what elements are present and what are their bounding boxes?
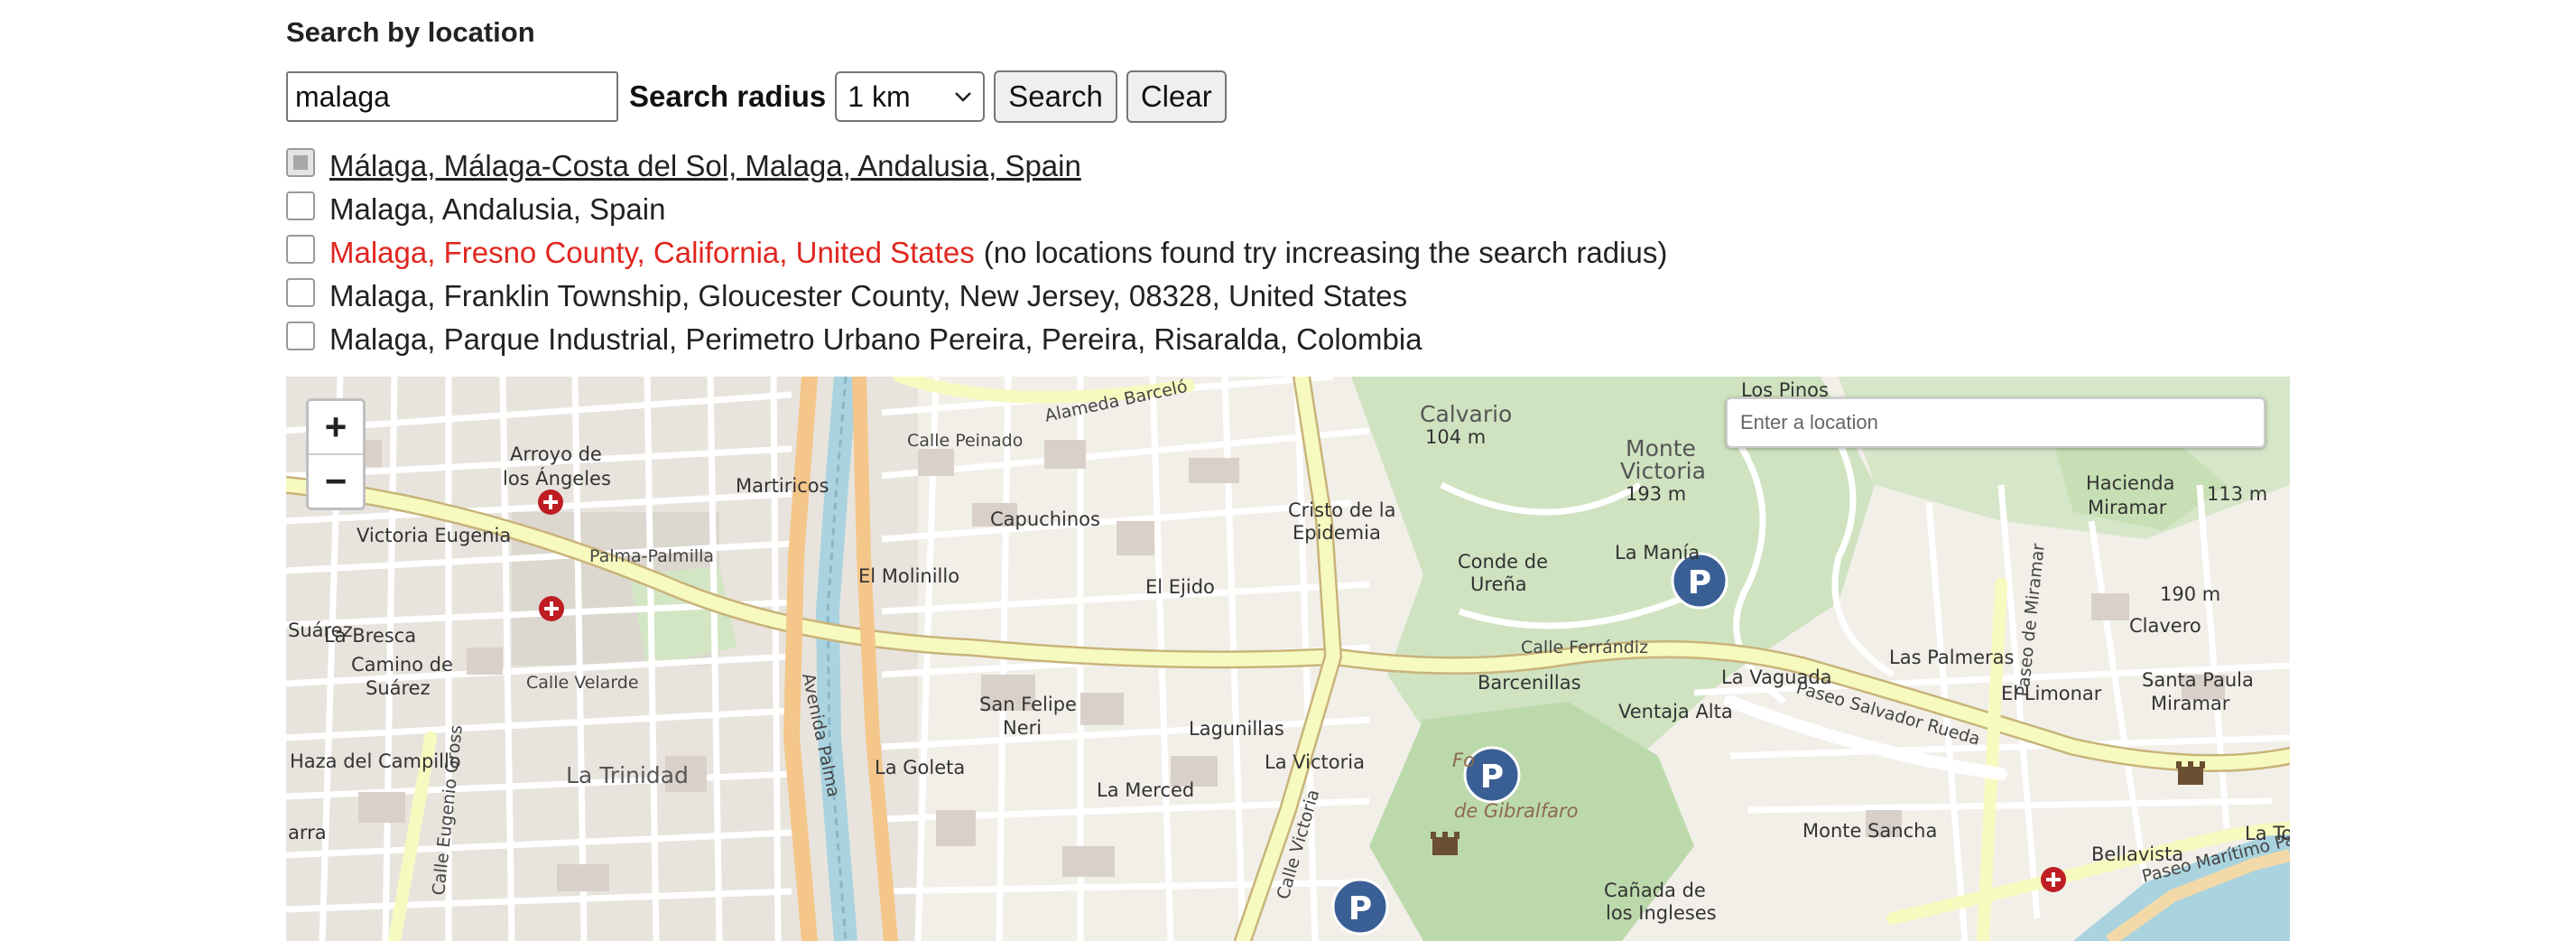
map-label: los Ángeles — [503, 467, 611, 489]
map-tiles: P P P Arroyo de los Ángeles Martiricos V… — [286, 377, 2290, 941]
map-label: Suárez — [366, 677, 431, 699]
result-label-link[interactable]: Málaga, Málaga-Costa del Sol, Malaga, An… — [329, 149, 1081, 183]
map-label: La Victoria — [1265, 751, 1365, 773]
map-label: Santa Paula — [2142, 669, 2254, 691]
map-label: La Trinidad — [566, 762, 689, 788]
result-checkbox[interactable] — [286, 148, 315, 177]
zoom-out-button[interactable]: − — [309, 453, 363, 508]
result-item: Malaga, Fresno County, California, Unite… — [286, 231, 1667, 275]
map-label: Monte Sancha — [1802, 820, 1937, 842]
map-label: Lagunillas — [1189, 718, 1284, 740]
map-label: Barcenillas — [1478, 672, 1581, 694]
map-label: La Manía — [1615, 542, 1700, 564]
chevron-down-icon — [954, 85, 972, 108]
map-label: Conde de — [1458, 551, 1548, 573]
map-label: Victoria Eugenia — [357, 525, 511, 546]
map-label: arra — [288, 822, 327, 843]
result-item: Malaga, Franklin Township, Gloucester Co… — [286, 275, 1667, 318]
map-label: Haza del Campillo — [290, 750, 461, 772]
result-label: Malaga, Andalusia, Spain — [329, 192, 666, 226]
map-label: Palma-Palmilla — [589, 546, 714, 566]
map-label: Epidemia — [1293, 522, 1381, 544]
map-label: 190 m — [2160, 583, 2220, 605]
map-label: Miramar — [2151, 693, 2230, 714]
map-label: El Molinillo — [858, 565, 959, 587]
map-label: La Goleta — [875, 757, 965, 778]
clear-button[interactable]: Clear — [1126, 70, 1227, 123]
svg-text:P: P — [1480, 759, 1504, 796]
result-checkbox[interactable] — [286, 321, 315, 350]
search-button[interactable]: Search — [994, 70, 1117, 123]
map-label: Capuchinos — [990, 508, 1100, 530]
map-label: 104 m — [1425, 426, 1486, 448]
map-label: Calvario — [1420, 401, 1512, 427]
map-label: Ureña — [1470, 573, 1527, 595]
zoom-control: + − — [306, 398, 366, 510]
map-label: Suárez — [288, 620, 353, 641]
map-label: Calle Velarde — [526, 673, 639, 693]
map-label: Calle Ferrándiz — [1521, 638, 1648, 657]
result-checkbox[interactable] — [286, 191, 315, 220]
map-label: San Felipe — [979, 694, 1077, 715]
search-radius-select[interactable]: 1 km — [835, 71, 986, 122]
search-bar: Search radius 1 km Search Clear — [286, 70, 1227, 124]
map-location-search-input[interactable]: Enter a location — [1726, 397, 2266, 448]
result-note: (no locations found try increasing the s… — [983, 236, 1668, 269]
result-label: Malaga, Franklin Township, Gloucester Co… — [329, 279, 1408, 312]
map-label: Fo — [1452, 750, 1475, 771]
map-label: los Ingleses — [1606, 902, 1717, 924]
map-label: Las Palmeras — [1889, 647, 2014, 668]
result-item: Malaga, Andalusia, Spain — [286, 188, 1667, 231]
map-label: Cristo de la — [1288, 499, 1395, 521]
map-label: Calle Peinado — [907, 431, 1023, 451]
map-label: Cañada de — [1604, 880, 1706, 901]
location-results-list: Málaga, Málaga-Costa del Sol, Malaga, An… — [286, 144, 1667, 361]
page-heading: Search by location — [286, 16, 535, 48]
result-label: Malaga, Parque Industrial, Perimetro Urb… — [329, 322, 1422, 356]
map-label: Victoria — [1620, 458, 1706, 484]
map-label: Neri — [1003, 717, 1042, 739]
map-label: Martiricos — [736, 475, 829, 497]
result-item: Málaga, Málaga-Costa del Sol, Malaga, An… — [286, 144, 1667, 188]
map-label: Clavero — [2129, 615, 2201, 637]
search-radius-label: Search radius — [629, 79, 827, 113]
map-label: Miramar — [2088, 497, 2167, 518]
result-label-error: Malaga, Fresno County, California, Unite… — [329, 236, 975, 269]
map-label: La Merced — [1097, 779, 1194, 801]
map-label: 113 m — [2207, 483, 2267, 505]
result-checkbox[interactable] — [286, 278, 315, 307]
map-label: 193 m — [1626, 483, 1686, 505]
search-radius-value: 1 km — [848, 79, 911, 113]
map-label: de Gibralfaro — [1454, 800, 1578, 822]
svg-text:P: P — [1688, 564, 1711, 601]
svg-text:P: P — [1348, 890, 1372, 927]
location-search-input[interactable] — [286, 71, 618, 122]
map-label: Camino de — [351, 654, 453, 675]
map-label: Hacienda — [2086, 472, 2174, 494]
map-label: Arroyo de — [510, 443, 602, 465]
map-label: Ventaja Alta — [1618, 701, 1733, 722]
result-item: Malaga, Parque Industrial, Perimetro Urb… — [286, 318, 1667, 361]
result-checkbox[interactable] — [286, 235, 315, 264]
map-view[interactable]: P P P Arroyo de los Ángeles Martiricos V… — [286, 377, 2290, 941]
map-label: La To — [2245, 823, 2290, 844]
zoom-in-button[interactable]: + — [309, 401, 363, 453]
map-label: El Ejido — [1145, 576, 1215, 598]
